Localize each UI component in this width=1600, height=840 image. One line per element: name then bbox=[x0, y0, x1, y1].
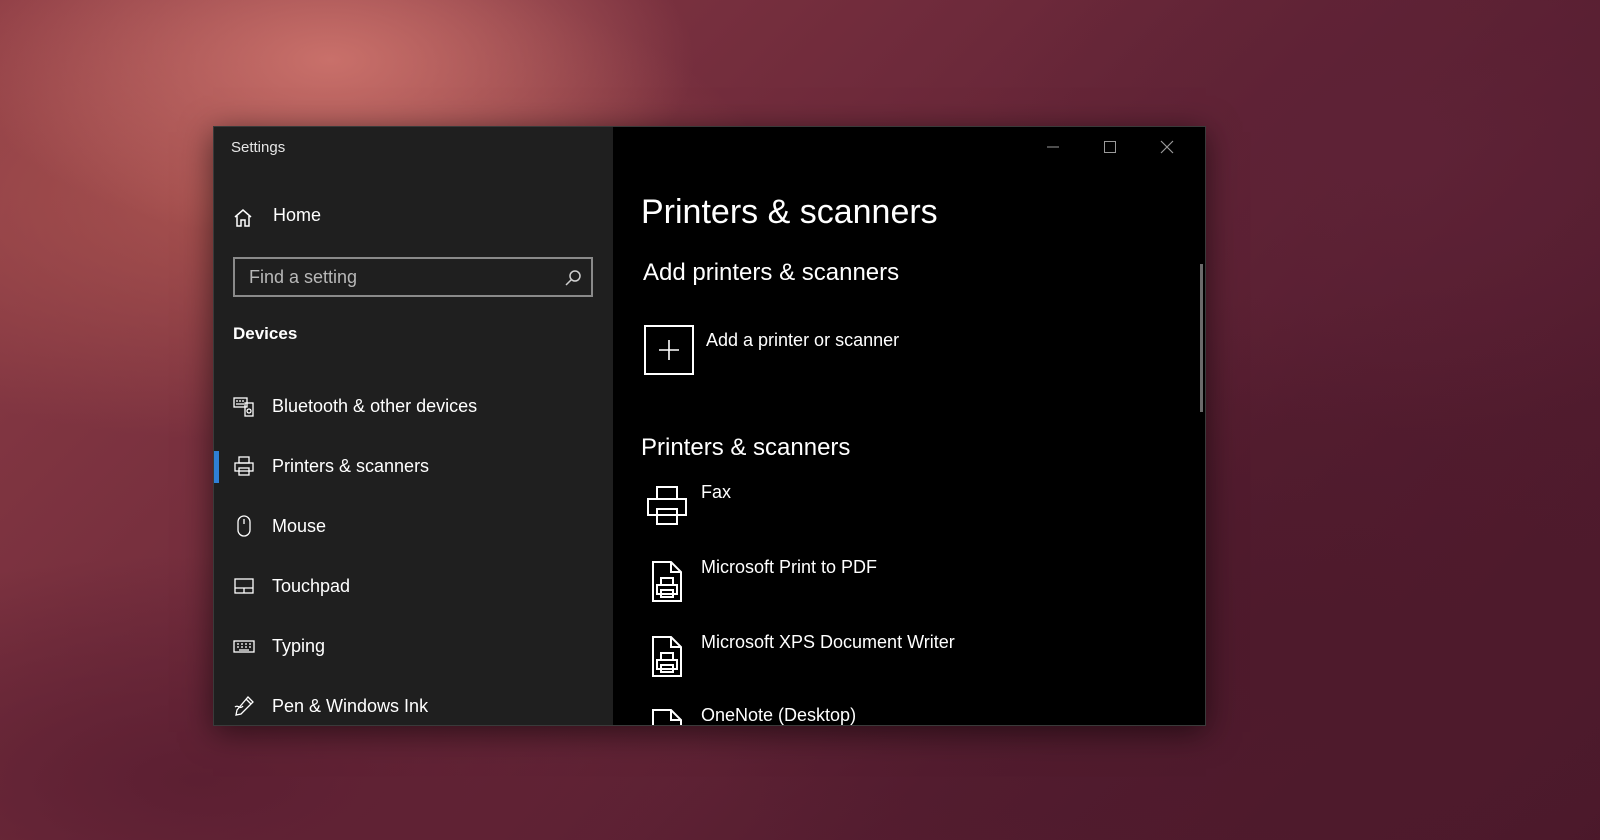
active-indicator bbox=[214, 451, 219, 483]
sidebar-item-label: Pen & Windows Ink bbox=[272, 696, 429, 716]
printer-item-onenote[interactable]: OneNote (Desktop) bbox=[641, 705, 1141, 725]
printer-name: Microsoft XPS Document Writer bbox=[701, 632, 955, 652]
close-icon bbox=[1160, 140, 1174, 154]
home-label: Home bbox=[273, 205, 322, 225]
document-printer-icon bbox=[645, 634, 689, 678]
sidebar-item-bluetooth[interactable]: Bluetooth & other devices bbox=[214, 377, 613, 437]
scrollbar[interactable] bbox=[1200, 264, 1203, 412]
sidebar-item-mouse[interactable]: Mouse bbox=[214, 497, 613, 557]
printer-name: OneNote (Desktop) bbox=[701, 705, 857, 725]
printer-item-xps[interactable]: Microsoft XPS Document Writer bbox=[641, 632, 1141, 692]
document-printer-icon bbox=[645, 707, 689, 725]
printer-icon bbox=[232, 454, 256, 478]
close-button[interactable] bbox=[1147, 135, 1187, 159]
sidebar-item-typing[interactable]: Typing bbox=[214, 617, 613, 677]
add-printer-label[interactable]: Add a printer or scanner bbox=[706, 330, 899, 351]
printer-list-heading: Printers & scanners bbox=[641, 434, 851, 461]
sidebar-item-label: Printers & scanners bbox=[272, 456, 430, 476]
sidebar-item-label: Mouse bbox=[272, 516, 327, 536]
add-section-heading: Add printers & scanners bbox=[643, 259, 900, 286]
section-heading: Devices bbox=[233, 324, 298, 343]
touchpad-icon bbox=[232, 574, 256, 598]
printer-name: Fax bbox=[701, 482, 732, 502]
sidebar-nav: Bluetooth & other devices Printers & sca… bbox=[214, 377, 613, 725]
maximize-icon bbox=[1104, 141, 1116, 153]
search-icon[interactable] bbox=[564, 269, 582, 287]
home-icon bbox=[232, 207, 254, 229]
minimize-button[interactable] bbox=[1033, 135, 1073, 159]
bluetooth-devices-icon bbox=[232, 394, 256, 418]
settings-window: Settings Home Devices bbox=[213, 126, 1206, 726]
sidebar: Settings Home Devices bbox=[214, 127, 613, 725]
add-printer-button[interactable] bbox=[644, 325, 694, 375]
sidebar-item-pen[interactable]: Pen & Windows Ink bbox=[214, 677, 613, 725]
keyboard-icon bbox=[232, 634, 256, 658]
plus-icon bbox=[659, 340, 679, 360]
printer-name: Microsoft Print to PDF bbox=[701, 557, 878, 577]
mouse-icon bbox=[232, 514, 256, 538]
maximize-button[interactable] bbox=[1090, 135, 1130, 159]
home-link[interactable]: Home bbox=[214, 199, 613, 233]
printer-icon bbox=[645, 484, 689, 528]
search-input[interactable] bbox=[235, 259, 591, 295]
sidebar-item-label: Bluetooth & other devices bbox=[272, 396, 478, 416]
sidebar-item-label: Typing bbox=[272, 636, 326, 656]
page-title: Printers & scanners bbox=[641, 193, 938, 231]
minimize-icon bbox=[1047, 146, 1059, 148]
search-box[interactable] bbox=[233, 257, 593, 297]
pen-icon bbox=[232, 694, 256, 718]
window-title: Settings bbox=[231, 139, 286, 156]
sidebar-item-touchpad[interactable]: Touchpad bbox=[214, 557, 613, 617]
printer-item-fax[interactable]: Fax bbox=[641, 482, 1141, 542]
sidebar-item-label: Touchpad bbox=[272, 576, 351, 596]
document-printer-icon bbox=[645, 559, 689, 603]
sidebar-item-printers[interactable]: Printers & scanners bbox=[214, 437, 613, 497]
main-content: Printers & scanners Add printers & scann… bbox=[613, 127, 1205, 725]
printer-item-pdf[interactable]: Microsoft Print to PDF bbox=[641, 557, 1141, 617]
